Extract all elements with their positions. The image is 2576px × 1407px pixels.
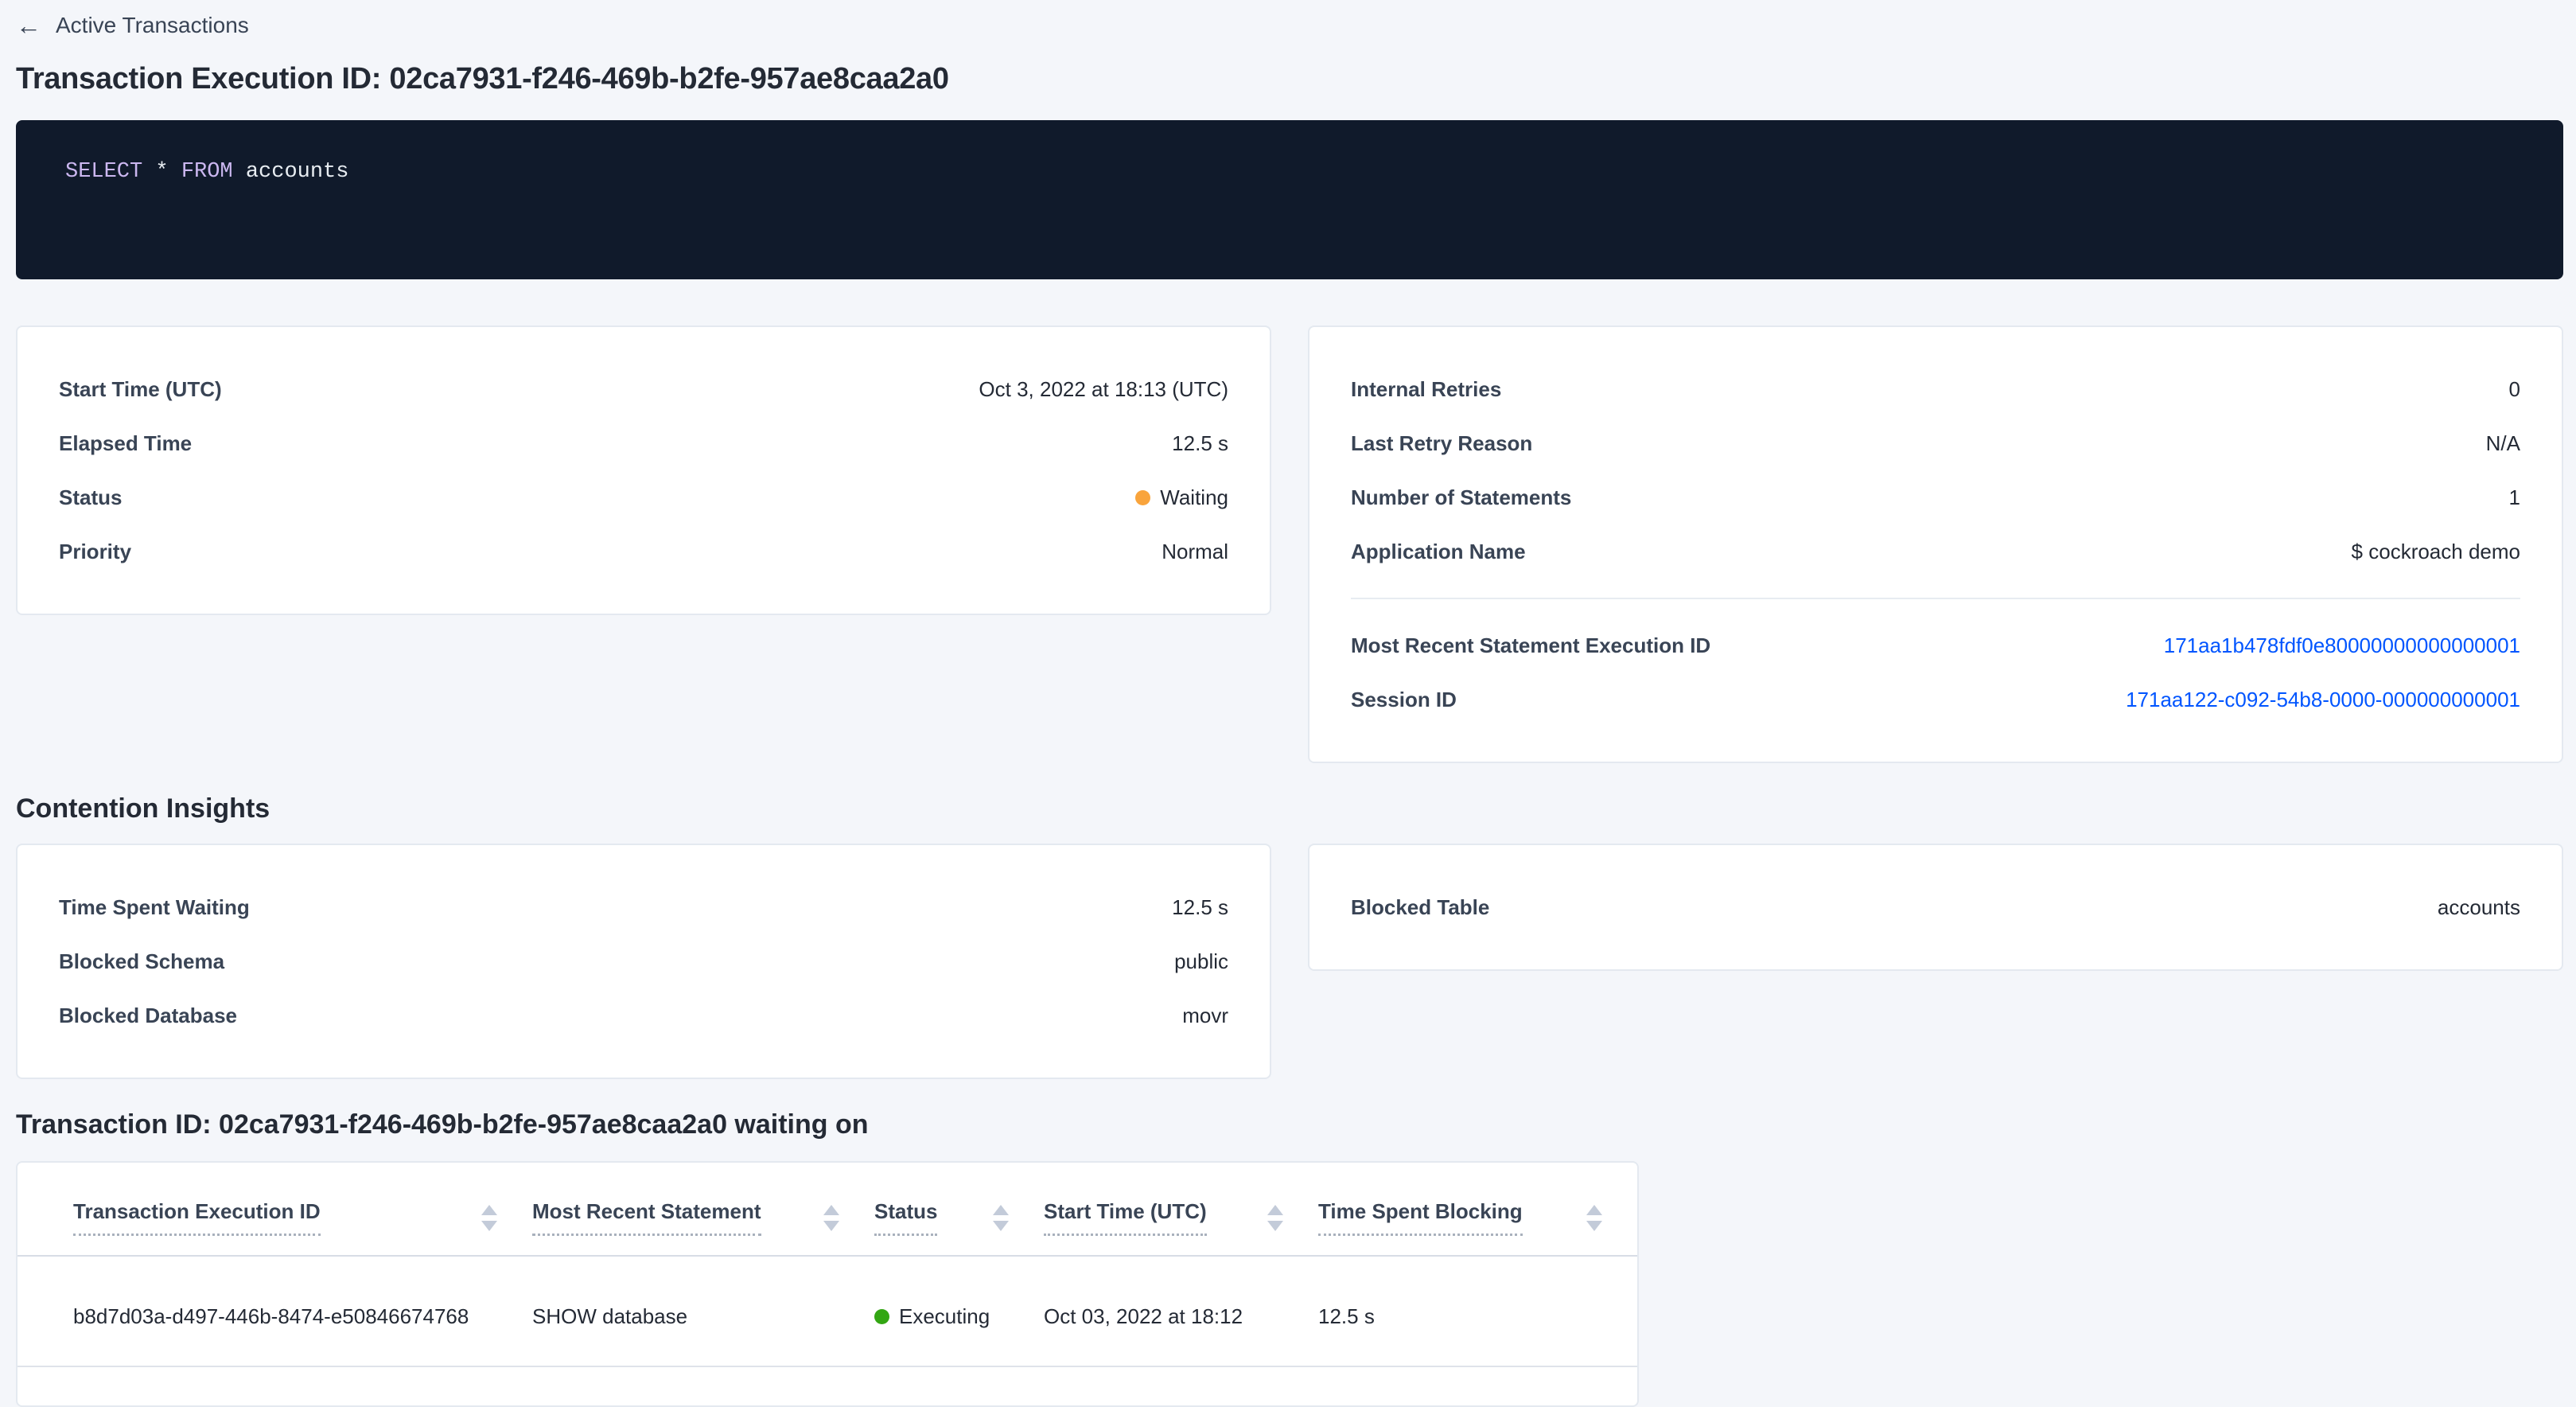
card-divider xyxy=(1351,598,2520,599)
column-header-transaction-execution-id[interactable]: Transaction Execution ID xyxy=(18,1163,532,1256)
status-waiting-dot-icon xyxy=(1135,490,1150,505)
contention-card-left: Time Spent Waiting 12.5 s Blocked Schema… xyxy=(16,844,1271,1079)
row-value: 12.5 s xyxy=(1172,431,1228,456)
row-label: Elapsed Time xyxy=(59,431,192,456)
row-value: $ cockroach demo xyxy=(2352,540,2520,564)
row-label: Application Name xyxy=(1351,540,1526,564)
sort-icon[interactable] xyxy=(1267,1205,1283,1231)
sort-icon[interactable] xyxy=(993,1205,1009,1231)
row-value: N/A xyxy=(2486,431,2520,456)
overview-cards-row: Start Time (UTC) Oct 3, 2022 at 18:13 (U… xyxy=(16,325,2563,763)
cell-most-recent-statement: SHOW database xyxy=(532,1256,874,1366)
sql-keyword-select: SELECT xyxy=(65,160,142,184)
column-label[interactable]: Most Recent Statement xyxy=(532,1199,761,1236)
row-label: Number of Statements xyxy=(1351,485,1571,510)
row-label: Blocked Table xyxy=(1351,895,1489,920)
row-value: 12.5 s xyxy=(1172,895,1228,920)
row-label: Time Spent Waiting xyxy=(59,895,250,920)
summary-row: Priority Normal xyxy=(59,524,1228,579)
row-value: Normal xyxy=(1162,540,1228,564)
summary-row: Blocked Schema public xyxy=(59,934,1228,988)
row-label: Status xyxy=(59,485,122,510)
summary-row: Last Retry Reason N/A xyxy=(1351,416,2520,470)
summary-row-link: Session ID 171aa122-c092-54b8-0000-00000… xyxy=(1351,672,2520,727)
sql-star: * xyxy=(155,160,168,184)
row-label: Priority xyxy=(59,540,131,564)
column-label[interactable]: Time Spent Blocking xyxy=(1318,1199,1523,1236)
back-link-active-transactions[interactable]: ← Active Transactions xyxy=(16,13,249,38)
summary-row: Internal Retries 0 xyxy=(1351,362,2520,416)
status-executing-dot-icon xyxy=(874,1309,889,1324)
sql-keyword-from: FROM xyxy=(181,160,233,184)
sql-statement-box: SELECT * FROM accounts xyxy=(16,120,2563,279)
cell-start-time: Oct 03, 2022 at 18:12 xyxy=(1044,1256,1318,1366)
contention-insights-heading: Contention Insights xyxy=(16,793,2563,824)
summary-row-link: Most Recent Statement Execution ID 171aa… xyxy=(1351,618,2520,672)
contention-cards-row: Time Spent Waiting 12.5 s Blocked Schema… xyxy=(16,844,2563,1079)
sql-table-name: accounts xyxy=(246,160,349,184)
column-label[interactable]: Transaction Execution ID xyxy=(73,1199,321,1236)
page-title: Transaction Execution ID: 02ca7931-f246-… xyxy=(16,62,2563,96)
table-header-row: Transaction Execution ID Most Recent Sta… xyxy=(18,1163,1637,1256)
row-label: Last Retry Reason xyxy=(1351,431,1532,456)
column-label[interactable]: Start Time (UTC) xyxy=(1044,1199,1207,1236)
sort-icon[interactable] xyxy=(481,1205,497,1231)
summary-row: Application Name $ cockroach demo xyxy=(1351,524,2520,579)
cell-txn-execution-id: b8d7d03a-d497-446b-8474-e50846674768 xyxy=(18,1256,532,1366)
row-label: Blocked Schema xyxy=(59,949,224,974)
statement-execution-id-link[interactable]: 171aa1b478fdf0e80000000000000001 xyxy=(2164,633,2520,658)
column-label[interactable]: Status xyxy=(874,1199,937,1236)
column-header-most-recent-statement[interactable]: Most Recent Statement xyxy=(532,1163,874,1256)
row-value: 0 xyxy=(2509,377,2520,402)
status-value: Waiting xyxy=(1160,485,1228,510)
overview-card-left: Start Time (UTC) Oct 3, 2022 at 18:13 (U… xyxy=(16,325,1271,615)
cell-time-spent-blocking: 12.5 s xyxy=(1318,1256,1637,1366)
waiting-on-heading: Transaction ID: 02ca7931-f246-469b-b2fe-… xyxy=(16,1109,2563,1140)
summary-row: Blocked Database movr xyxy=(59,988,1228,1043)
column-header-status[interactable]: Status xyxy=(874,1163,1044,1256)
waiting-on-table-card: Transaction Execution ID Most Recent Sta… xyxy=(16,1161,1639,1407)
summary-row-status: Status Waiting xyxy=(59,470,1228,524)
sql-statement: SELECT * FROM accounts xyxy=(65,160,348,184)
summary-row: Blocked Table accounts xyxy=(1351,880,2520,934)
row-label: Blocked Database xyxy=(59,1004,237,1028)
back-arrow-icon: ← xyxy=(16,13,41,38)
transaction-details-page: ← Active Transactions Transaction Execut… xyxy=(0,0,2576,1407)
row-label: Start Time (UTC) xyxy=(59,377,222,402)
summary-row: Time Spent Waiting 12.5 s xyxy=(59,880,1228,934)
row-label: Session ID xyxy=(1351,688,1457,712)
column-header-start-time[interactable]: Start Time (UTC) xyxy=(1044,1163,1318,1256)
status-value: Executing xyxy=(899,1304,990,1329)
waiting-on-table: Transaction Execution ID Most Recent Sta… xyxy=(18,1163,1637,1367)
summary-row: Start Time (UTC) Oct 3, 2022 at 18:13 (U… xyxy=(59,362,1228,416)
column-header-time-spent-blocking[interactable]: Time Spent Blocking xyxy=(1318,1163,1637,1256)
sort-icon[interactable] xyxy=(823,1205,839,1231)
row-value: Oct 3, 2022 at 18:13 (UTC) xyxy=(979,377,1228,402)
row-value: movr xyxy=(1182,1004,1228,1028)
breadcrumb-label: Active Transactions xyxy=(56,13,249,38)
summary-row: Number of Statements 1 xyxy=(1351,470,2520,524)
sort-icon[interactable] xyxy=(1586,1205,1602,1231)
row-value: public xyxy=(1174,949,1228,974)
row-value: accounts xyxy=(2438,895,2520,920)
table-row: b8d7d03a-d497-446b-8474-e50846674768 SHO… xyxy=(18,1256,1637,1366)
cell-status: Executing xyxy=(874,1256,1044,1366)
row-label: Most Recent Statement Execution ID xyxy=(1351,633,1710,658)
overview-card-right: Internal Retries 0 Last Retry Reason N/A… xyxy=(1308,325,2563,763)
contention-card-right: Blocked Table accounts xyxy=(1308,844,2563,971)
row-label: Internal Retries xyxy=(1351,377,1501,402)
row-value: 1 xyxy=(2509,485,2520,510)
summary-row: Elapsed Time 12.5 s xyxy=(59,416,1228,470)
session-id-link[interactable]: 171aa122-c092-54b8-0000-000000000001 xyxy=(2126,688,2520,712)
